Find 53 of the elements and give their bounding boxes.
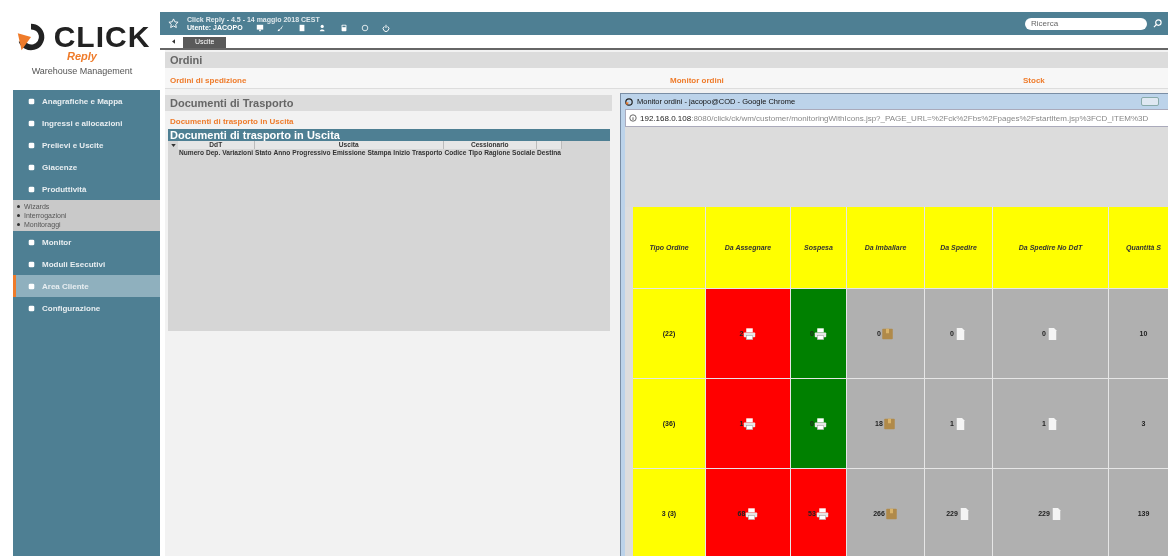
bullet-icon xyxy=(17,223,20,226)
logo-icon xyxy=(625,97,633,106)
link[interactable]: Monitor ordini xyxy=(670,76,724,85)
link[interactable]: Stock xyxy=(1023,76,1045,85)
section-title: Documenti di Trasporto xyxy=(165,95,612,111)
monitor-icon[interactable] xyxy=(255,23,264,32)
product-name: Warehouse Management xyxy=(31,66,133,76)
user-icon[interactable] xyxy=(318,23,327,32)
sidebar-item[interactable]: Configurazione xyxy=(13,297,160,319)
link[interactable]: Ordini di spedizione xyxy=(170,76,247,85)
sidebar-item[interactable]: Moduli Esecutivi xyxy=(13,253,160,275)
help-icon[interactable] xyxy=(360,23,369,32)
sidebar-item[interactable]: Anagrafiche e Mappa xyxy=(13,90,160,112)
floppy-icon[interactable] xyxy=(339,23,348,32)
printer-icon[interactable] xyxy=(743,417,757,430)
sidebar-item[interactable]: Monitor xyxy=(13,231,160,253)
sort-icon[interactable] xyxy=(170,144,176,147)
brand-name: CLICK xyxy=(53,22,151,52)
item-icon xyxy=(28,163,35,171)
brush-icon[interactable] xyxy=(276,23,285,32)
search-icon[interactable] xyxy=(1153,19,1162,28)
printer-icon[interactable] xyxy=(745,507,759,520)
brand-subtitle: Reply xyxy=(67,50,97,62)
item-icon xyxy=(28,185,35,193)
printer-icon[interactable] xyxy=(815,507,829,520)
link[interactable]: Documenti di trasporto in Uscita xyxy=(170,117,294,126)
address-bar[interactable]: 192.168.0.108:8080/click/ck/wm/customer/monitoringWithIcons.jsp?_PAGE_URL=%2Fck%2Fbs%2Fpages%2FstartItem.jsp%3FCD_ITEM%3D xyxy=(625,109,1168,127)
printer-icon[interactable] xyxy=(813,327,827,340)
table-title: Documenti di trasporto in Uscita xyxy=(168,129,610,141)
item-icon xyxy=(28,97,35,105)
url-text: 192.168.0.108:8080/click/ck/wm/customer/monitoringWithIcons.jsp?_PAGE_URL=%2Fck%2Fbs%2Fpages%2FstartItem.jsp%3FCD_ITEM%3D xyxy=(640,113,1149,123)
section-title: Ordini xyxy=(165,52,1168,68)
sidebar-item[interactable]: Giacenze xyxy=(13,156,160,178)
item-icon xyxy=(28,141,35,149)
sidebar-item[interactable]: Prelievi e Uscite xyxy=(13,134,160,156)
item-icon xyxy=(28,282,35,290)
power-icon[interactable] xyxy=(381,23,390,32)
star-icon[interactable] xyxy=(168,18,179,29)
item-icon xyxy=(28,238,35,246)
item-icon xyxy=(28,260,35,268)
minimize-button[interactable] xyxy=(1141,97,1159,106)
bullet-icon xyxy=(17,205,20,208)
info-icon xyxy=(629,114,637,122)
search-field[interactable]: Ricerca xyxy=(1025,17,1147,30)
item-icon xyxy=(28,119,35,127)
printer-icon[interactable] xyxy=(743,327,757,340)
sidebar-item[interactable]: Produttività xyxy=(13,178,160,200)
sidebar-item[interactable]: Ingressi e allocazioni xyxy=(13,112,160,134)
printer-icon[interactable] xyxy=(813,417,827,430)
item-icon xyxy=(28,304,35,312)
bullet-icon xyxy=(17,214,20,217)
document-icon[interactable] xyxy=(297,23,306,32)
scroll-left-icon[interactable] xyxy=(172,39,175,44)
